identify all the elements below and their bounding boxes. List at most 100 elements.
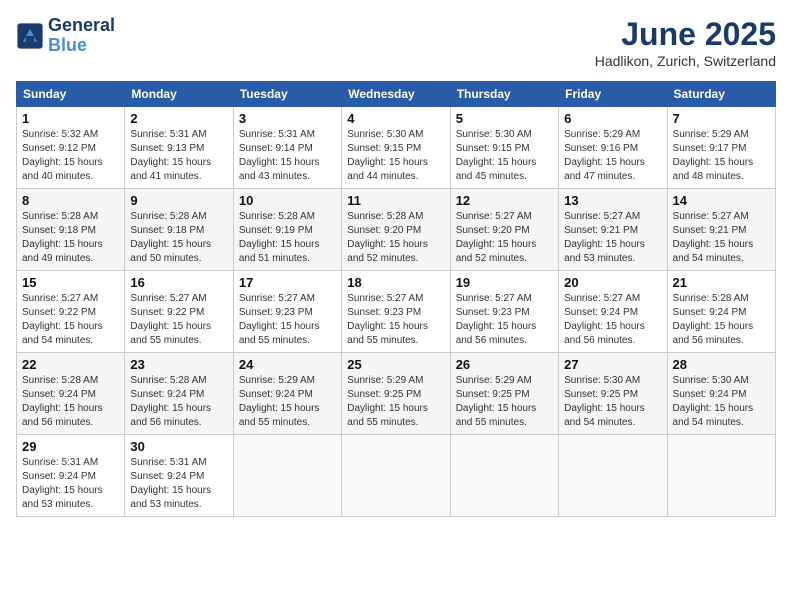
day-info: Sunrise: 5:31 AM Sunset: 9:13 PM Dayligh… (130, 128, 227, 184)
calendar-week-3: 15 Sunrise: 5:27 AM Sunset: 9:22 PM Dayli… (17, 271, 776, 353)
calendar-cell: 10 Sunrise: 5:28 AM Sunset: 9:19 PM Dayli… (233, 189, 341, 271)
day-info: Sunrise: 5:31 AM Sunset: 9:14 PM Dayligh… (239, 128, 336, 184)
day-info: Sunrise: 5:28 AM Sunset: 9:24 PM Dayligh… (673, 292, 770, 348)
calendar-cell: 1 Sunrise: 5:32 AM Sunset: 9:12 PM Daylig… (17, 107, 125, 189)
calendar-cell: 6Sunrise: 5:29 AM Sunset: 9:16 PM Daylig… (559, 107, 667, 189)
day-number: 9 (130, 193, 227, 208)
day-info: Sunrise: 5:27 AM Sunset: 9:22 PM Dayligh… (22, 292, 119, 348)
weekday-header-wednesday: Wednesday (342, 82, 450, 107)
day-number: 5 (456, 111, 553, 126)
day-number: 23 (130, 357, 227, 372)
day-info: Sunrise: 5:32 AM Sunset: 9:12 PM Dayligh… (22, 128, 119, 184)
day-info: Sunrise: 5:28 AM Sunset: 9:24 PM Dayligh… (130, 374, 227, 430)
day-info: Sunrise: 5:27 AM Sunset: 9:23 PM Dayligh… (347, 292, 444, 348)
calendar-cell: 9 Sunrise: 5:28 AM Sunset: 9:18 PM Daylig… (125, 189, 233, 271)
day-number: 16 (130, 275, 227, 290)
calendar-cell: 16 Sunrise: 5:27 AM Sunset: 9:22 PM Dayli… (125, 271, 233, 353)
day-info: Sunrise: 5:27 AM Sunset: 9:23 PM Dayligh… (239, 292, 336, 348)
day-number: 4 (347, 111, 444, 126)
day-info: Sunrise: 5:29 AM Sunset: 9:25 PM Dayligh… (347, 374, 444, 430)
calendar-cell: 23 Sunrise: 5:28 AM Sunset: 9:24 PM Dayli… (125, 353, 233, 435)
day-number: 3 (239, 111, 336, 126)
calendar-cell (342, 435, 450, 517)
day-number: 29 (22, 439, 119, 454)
day-number: 19 (456, 275, 553, 290)
day-number: 25 (347, 357, 444, 372)
page-header: General Blue June 2025 Hadlikon, Zurich,… (16, 16, 776, 69)
calendar-cell: 20 Sunrise: 5:27 AM Sunset: 9:24 PM Dayli… (559, 271, 667, 353)
calendar-cell: 5 Sunrise: 5:30 AM Sunset: 9:15 PM Daylig… (450, 107, 558, 189)
calendar-cell: 29 Sunrise: 5:31 AM Sunset: 9:24 PM Dayli… (17, 435, 125, 517)
weekday-header-sunday: Sunday (17, 82, 125, 107)
day-number: 15 (22, 275, 119, 290)
day-info: Sunrise: 5:27 AM Sunset: 9:20 PM Dayligh… (456, 210, 553, 266)
day-info: Sunrise: 5:27 AM Sunset: 9:21 PM Dayligh… (564, 210, 661, 266)
day-number: 24 (239, 357, 336, 372)
day-info: Sunrise: 5:28 AM Sunset: 9:18 PM Dayligh… (130, 210, 227, 266)
calendar-cell: 11Sunrise: 5:28 AM Sunset: 9:20 PM Dayli… (342, 189, 450, 271)
day-number: 10 (239, 193, 336, 208)
day-number: 1 (22, 111, 119, 126)
day-info: Sunrise: 5:28 AM Sunset: 9:18 PM Dayligh… (22, 210, 119, 266)
day-info: Sunrise: 5:28 AM Sunset: 9:24 PM Dayligh… (22, 374, 119, 430)
calendar-cell: 21 Sunrise: 5:28 AM Sunset: 9:24 PM Dayli… (667, 271, 775, 353)
calendar-week-1: 1 Sunrise: 5:32 AM Sunset: 9:12 PM Daylig… (17, 107, 776, 189)
day-number: 30 (130, 439, 227, 454)
day-info: Sunrise: 5:29 AM Sunset: 9:16 PM Dayligh… (564, 128, 661, 184)
logo: General Blue (16, 16, 115, 56)
calendar-cell: 3 Sunrise: 5:31 AM Sunset: 9:14 PM Daylig… (233, 107, 341, 189)
calendar-cell: 28 Sunrise: 5:30 AM Sunset: 9:24 PM Dayli… (667, 353, 775, 435)
day-number: 13 (564, 193, 661, 208)
calendar-header-row: SundayMondayTuesdayWednesdayThursdayFrid… (17, 82, 776, 107)
day-number: 18 (347, 275, 444, 290)
calendar-cell: 2 Sunrise: 5:31 AM Sunset: 9:13 PM Daylig… (125, 107, 233, 189)
calendar-cell: 13 Sunrise: 5:27 AM Sunset: 9:21 PM Dayli… (559, 189, 667, 271)
logo-line2: Blue (48, 36, 115, 56)
day-info: Sunrise: 5:30 AM Sunset: 9:15 PM Dayligh… (456, 128, 553, 184)
calendar-cell: 25 Sunrise: 5:29 AM Sunset: 9:25 PM Dayli… (342, 353, 450, 435)
calendar-week-4: 22 Sunrise: 5:28 AM Sunset: 9:24 PM Dayli… (17, 353, 776, 435)
day-info: Sunrise: 5:27 AM Sunset: 9:24 PM Dayligh… (564, 292, 661, 348)
day-number: 28 (673, 357, 770, 372)
day-number: 7 (673, 111, 770, 126)
day-number: 26 (456, 357, 553, 372)
day-info: Sunrise: 5:31 AM Sunset: 9:24 PM Dayligh… (22, 456, 119, 512)
day-number: 27 (564, 357, 661, 372)
calendar-cell: 7 Sunrise: 5:29 AM Sunset: 9:17 PM Daylig… (667, 107, 775, 189)
weekday-header-thursday: Thursday (450, 82, 558, 107)
day-info: Sunrise: 5:27 AM Sunset: 9:21 PM Dayligh… (673, 210, 770, 266)
day-info: Sunrise: 5:30 AM Sunset: 9:24 PM Dayligh… (673, 374, 770, 430)
calendar-cell: 27 Sunrise: 5:30 AM Sunset: 9:25 PM Dayli… (559, 353, 667, 435)
day-info: Sunrise: 5:27 AM Sunset: 9:22 PM Dayligh… (130, 292, 227, 348)
day-info: Sunrise: 5:30 AM Sunset: 9:15 PM Dayligh… (347, 128, 444, 184)
calendar-cell: 12 Sunrise: 5:27 AM Sunset: 9:20 PM Dayli… (450, 189, 558, 271)
day-number: 22 (22, 357, 119, 372)
calendar-cell: 17 Sunrise: 5:27 AM Sunset: 9:23 PM Dayli… (233, 271, 341, 353)
calendar-cell: 15 Sunrise: 5:27 AM Sunset: 9:22 PM Dayli… (17, 271, 125, 353)
calendar-cell: 4 Sunrise: 5:30 AM Sunset: 9:15 PM Daylig… (342, 107, 450, 189)
weekday-header-saturday: Saturday (667, 82, 775, 107)
calendar-cell (667, 435, 775, 517)
day-number: 20 (564, 275, 661, 290)
calendar-cell (233, 435, 341, 517)
day-info: Sunrise: 5:28 AM Sunset: 9:20 PM Dayligh… (347, 210, 444, 266)
weekday-header-tuesday: Tuesday (233, 82, 341, 107)
calendar-table: SundayMondayTuesdayWednesdayThursdayFrid… (16, 81, 776, 517)
day-number: 12 (456, 193, 553, 208)
calendar-cell (450, 435, 558, 517)
calendar-cell: 30 Sunrise: 5:31 AM Sunset: 9:24 PM Dayli… (125, 435, 233, 517)
day-info: Sunrise: 5:30 AM Sunset: 9:25 PM Dayligh… (564, 374, 661, 430)
calendar-cell (559, 435, 667, 517)
calendar-subtitle: Hadlikon, Zurich, Switzerland (595, 53, 776, 69)
day-info: Sunrise: 5:27 AM Sunset: 9:23 PM Dayligh… (456, 292, 553, 348)
day-info: Sunrise: 5:29 AM Sunset: 9:17 PM Dayligh… (673, 128, 770, 184)
weekday-header-monday: Monday (125, 82, 233, 107)
calendar-cell: 8Sunrise: 5:28 AM Sunset: 9:18 PM Daylig… (17, 189, 125, 271)
calendar-cell: 22 Sunrise: 5:28 AM Sunset: 9:24 PM Dayli… (17, 353, 125, 435)
day-number: 17 (239, 275, 336, 290)
day-info: Sunrise: 5:28 AM Sunset: 9:19 PM Dayligh… (239, 210, 336, 266)
day-info: Sunrise: 5:31 AM Sunset: 9:24 PM Dayligh… (130, 456, 227, 512)
day-number: 2 (130, 111, 227, 126)
day-number: 21 (673, 275, 770, 290)
calendar-cell: 18 Sunrise: 5:27 AM Sunset: 9:23 PM Dayli… (342, 271, 450, 353)
